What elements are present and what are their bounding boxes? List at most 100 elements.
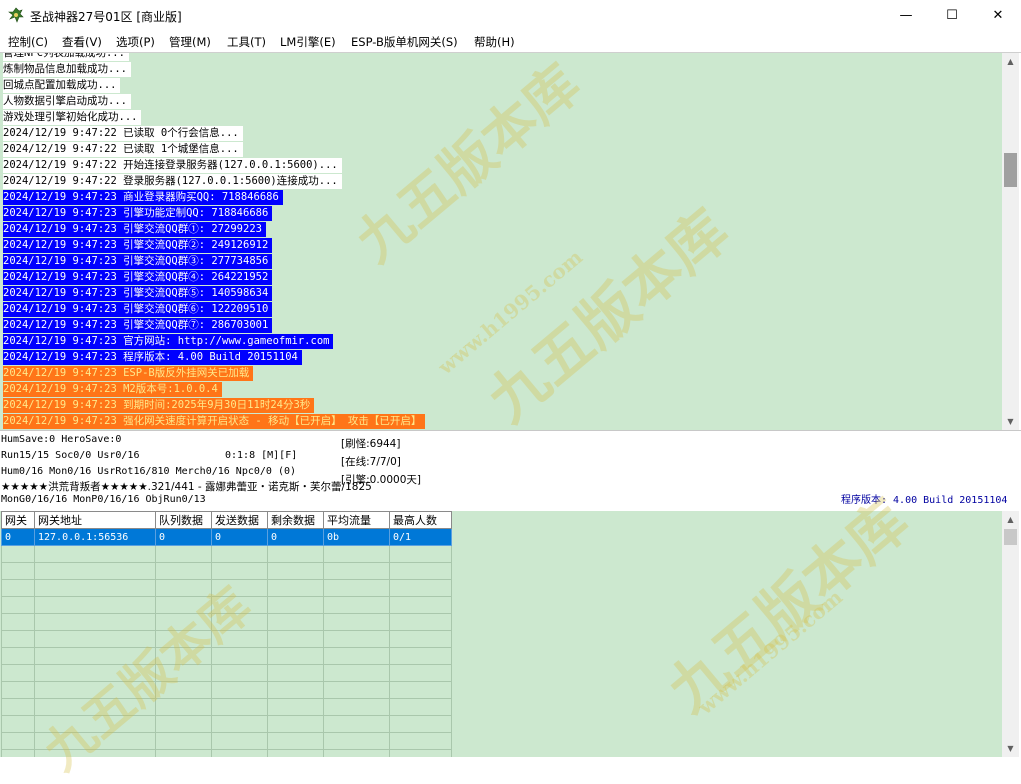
table-cell[interactable] [155,681,212,699]
table-cell[interactable] [267,647,324,665]
scroll-up-icon[interactable]: ▲ [1002,53,1019,70]
menu-lm-engine[interactable]: LM引擎(E) [280,34,336,50]
table-cell[interactable] [267,596,324,614]
table-cell[interactable] [389,715,452,733]
log-scroll-thumb[interactable] [1004,153,1017,187]
table-cell[interactable] [155,698,212,716]
table-cell[interactable] [34,545,156,563]
table-row[interactable] [1,596,452,614]
table-row[interactable] [1,562,452,580]
table-cell[interactable] [267,681,324,699]
table-cell[interactable] [155,613,212,631]
table-cell[interactable] [323,664,390,682]
table-cell[interactable] [155,579,212,597]
table-cell[interactable] [155,732,212,750]
table-cell[interactable] [155,545,212,563]
table-cell[interactable] [211,664,268,682]
table-cell[interactable] [389,596,452,614]
table-cell[interactable] [1,579,35,597]
table-row[interactable] [1,630,452,648]
table-cell[interactable] [267,630,324,648]
table-cell[interactable] [211,681,268,699]
table-row[interactable] [1,664,452,682]
grid-scrollbar[interactable]: ▲ ▼ [1002,511,1019,757]
col-header[interactable]: 队列数据 [155,511,212,529]
table-cell[interactable] [323,596,390,614]
table-cell[interactable] [267,613,324,631]
table-cell[interactable] [211,579,268,597]
table-cell[interactable] [267,698,324,716]
table-row[interactable] [1,749,452,757]
col-header[interactable]: 网关地址 [34,511,156,529]
table-row[interactable] [1,698,452,716]
maximize-button[interactable]: ☐ [929,0,975,31]
table-cell[interactable]: 0 [155,528,212,546]
close-button[interactable]: ✕ [975,0,1021,31]
table-cell[interactable] [389,698,452,716]
table-cell[interactable] [267,579,324,597]
menu-manage[interactable]: 管理(M) [169,34,211,50]
menu-esp-gateway[interactable]: ESP-B版单机网关(S) [351,34,458,50]
table-cell[interactable] [389,749,452,757]
table-cell[interactable] [155,630,212,648]
table-cell[interactable] [267,749,324,757]
table-cell[interactable] [34,681,156,699]
table-cell[interactable] [211,698,268,716]
table-cell[interactable] [323,613,390,631]
table-cell[interactable] [323,630,390,648]
table-cell[interactable] [155,596,212,614]
table-cell[interactable] [1,732,35,750]
table-cell[interactable]: 0 [211,528,268,546]
table-cell[interactable] [211,562,268,580]
table-cell[interactable] [34,647,156,665]
table-cell[interactable] [34,732,156,750]
table-cell[interactable]: 127.0.0.1:56536 [34,528,156,546]
menu-tools[interactable]: 工具(T) [227,34,266,50]
table-cell[interactable] [389,681,452,699]
table-cell[interactable] [1,613,35,631]
table-cell[interactable] [1,749,35,757]
col-header[interactable]: 发送数据 [211,511,268,529]
scroll-up-icon[interactable]: ▲ [1002,511,1019,528]
table-row[interactable] [1,732,452,750]
table-cell[interactable] [1,698,35,716]
menu-view[interactable]: 查看(V) [62,34,102,50]
menu-help[interactable]: 帮助(H) [474,34,515,50]
table-cell[interactable] [323,681,390,699]
grid-scroll-thumb[interactable] [1004,529,1017,545]
minimize-button[interactable]: — [883,0,929,31]
col-header[interactable]: 网关 [1,511,35,529]
table-cell[interactable] [389,647,452,665]
table-cell[interactable] [211,630,268,648]
table-cell[interactable] [1,562,35,580]
table-cell[interactable] [1,715,35,733]
menu-control[interactable]: 控制(C) [8,34,48,50]
scroll-down-icon[interactable]: ▼ [1002,413,1019,430]
table-cell[interactable] [211,613,268,631]
table-cell[interactable] [211,749,268,757]
title-bar[interactable]: 圣战神器27号01区 [商业版] — ☐ ✕ [0,0,1021,31]
table-cell[interactable] [323,732,390,750]
table-cell[interactable] [211,596,268,614]
table-cell[interactable] [34,698,156,716]
table-cell[interactable] [1,630,35,648]
table-cell[interactable] [211,647,268,665]
table-cell[interactable] [1,664,35,682]
table-cell[interactable] [323,579,390,597]
table-cell[interactable] [34,664,156,682]
table-cell[interactable] [211,715,268,733]
menu-options[interactable]: 选项(P) [116,34,155,50]
table-row[interactable] [1,545,452,563]
table-cell[interactable] [34,596,156,614]
table-cell[interactable] [267,715,324,733]
table-row[interactable] [1,715,452,733]
table-cell[interactable] [323,749,390,757]
table-cell[interactable] [34,562,156,580]
table-cell[interactable] [267,732,324,750]
table-cell[interactable] [155,664,212,682]
table-cell[interactable] [34,749,156,757]
table-cell[interactable] [155,647,212,665]
table-cell[interactable] [1,596,35,614]
table-cell[interactable] [1,647,35,665]
table-cell[interactable] [323,562,390,580]
